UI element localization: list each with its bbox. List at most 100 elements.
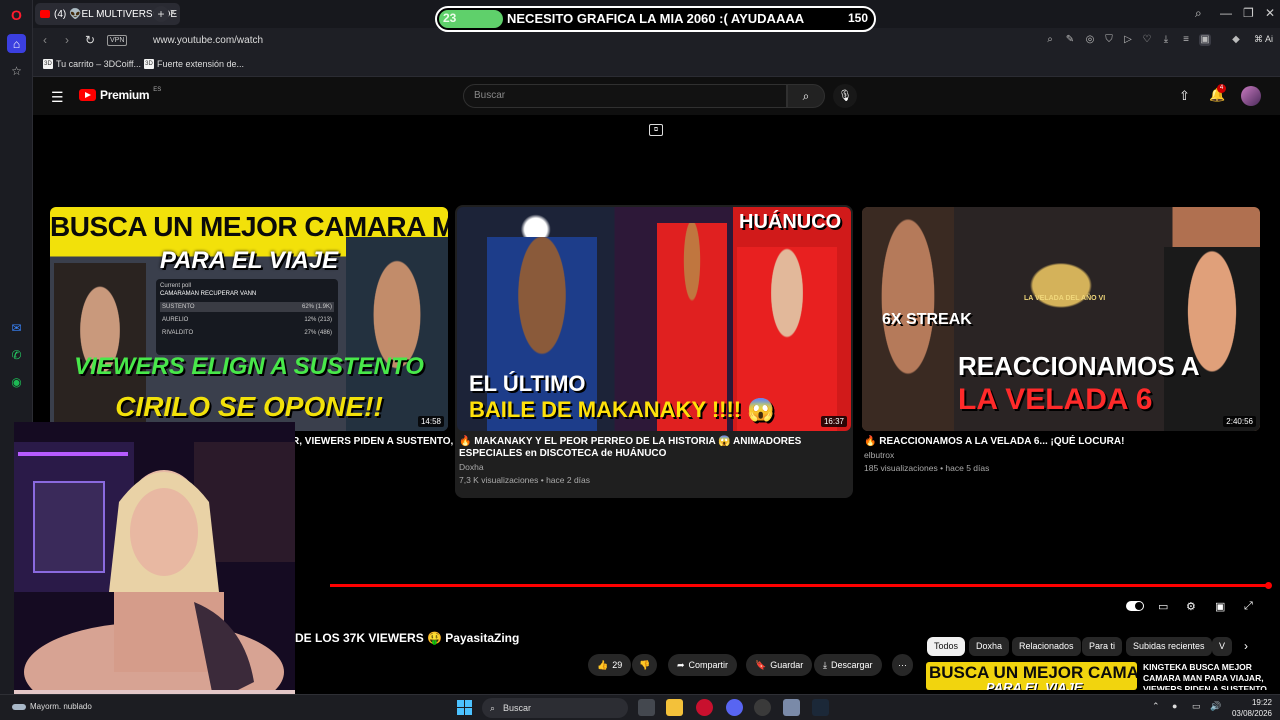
related-video-title[interactable]: KINGTEKA BUSCA MEJOR CAMARA MAN PARA VIA… — [1143, 662, 1273, 690]
vpn-badge[interactable]: VPN — [107, 35, 128, 46]
youtube-logo[interactable]: Premium ES — [79, 87, 161, 102]
download-icon[interactable]: ⤓ — [1160, 34, 1172, 46]
spotify-icon[interactable]: ◉ — [7, 372, 26, 391]
bookmark-icon: 🔖 — [755, 659, 767, 670]
youtube-header: ☰ Premium ES Buscar ⌕ 🎙 ⇧ 🔔 4 — [33, 77, 1280, 115]
download-button[interactable]: ⤓ Descargar — [814, 654, 882, 676]
cube-icon[interactable]: ◆ — [1230, 34, 1242, 46]
chip-channel[interactable]: Doxha — [969, 637, 1010, 656]
save-label: Guardar — [770, 660, 804, 670]
shield-icon[interactable]: ⛉ — [1103, 34, 1115, 46]
back-icon[interactable]: ‹ — [43, 33, 47, 47]
heart-icon[interactable]: ♡ — [1141, 34, 1153, 46]
whatsapp-icon[interactable]: ✆ — [7, 345, 26, 364]
star-icon[interactable]: ☆ — [7, 61, 26, 80]
download-label: Descargar — [830, 660, 873, 670]
fullscreen-icon[interactable]: ⤢ — [1244, 600, 1253, 613]
reload-icon[interactable]: ↻ — [85, 33, 95, 47]
discord-icon[interactable] — [726, 699, 743, 716]
miniplayer-icon[interactable]: ⧉ — [649, 124, 663, 136]
obs-icon[interactable] — [754, 699, 771, 716]
taskbar-clock[interactable]: 19:22 03/08/2026 — [1232, 697, 1272, 719]
chip-related[interactable]: Relacionados — [1012, 637, 1081, 656]
more-actions-button[interactable]: ··· — [892, 654, 913, 676]
maximize-icon[interactable]: ❐ — [1243, 6, 1254, 20]
like-button[interactable]: 👍 29 — [588, 654, 632, 676]
search-tabs-icon[interactable]: ⌕ — [1195, 6, 1202, 21]
thumb-text: BAILE DE MAKANAKY !!!! 😱 — [469, 397, 775, 422]
url-field[interactable]: www.youtube.com/watch — [153, 32, 263, 49]
poll-option: SUSTENTO 62% (1.9K) — [160, 302, 334, 312]
bookmark-item[interactable]: 3D Fuerte extensión de... — [144, 59, 244, 69]
microphone-icon: 🎙 — [838, 90, 852, 102]
forward-icon[interactable]: › — [65, 33, 69, 47]
video-card-title[interactable]: 🔥 MAKANAKY Y EL PEOR PERREO DE LA HISTOR… — [457, 436, 851, 460]
close-window-icon[interactable]: ✕ — [1265, 6, 1275, 20]
dislike-button[interactable]: 👎 — [632, 654, 658, 676]
related-video-thumbnail[interactable]: BUSCA UN MEJOR CAMARA MAN PARA EL VIAJE — [926, 662, 1137, 690]
tray-chevron-up-icon[interactable]: ⌃ — [1152, 701, 1160, 712]
subtitles-icon[interactable]: ▭ — [1158, 600, 1168, 613]
wallet-icon[interactable]: ▣ — [1199, 34, 1211, 46]
player-icon[interactable]: ▷ — [1122, 34, 1134, 46]
minimize-icon[interactable]: — — [1220, 6, 1232, 20]
chip-more[interactable]: V — [1212, 637, 1233, 656]
save-button[interactable]: 🔖 Guardar — [746, 654, 813, 676]
network-icon[interactable]: ▭ — [1192, 701, 1201, 712]
end-screen-video-card[interactable]: BUSCA UN MEJOR CAMARA MAN PARA EL VIAJE … — [50, 207, 453, 448]
home-icon[interactable]: ⌂ — [7, 34, 26, 53]
autoplay-toggle[interactable] — [1126, 601, 1144, 611]
volume-icon[interactable]: 🔊 — [1210, 701, 1221, 712]
menu-lines-icon[interactable]: ≡ — [1180, 34, 1192, 46]
messenger-icon[interactable]: ✉ — [7, 318, 26, 337]
camera-icon[interactable]: ◎ — [1084, 34, 1096, 46]
search-button[interactable]: ⌕ — [787, 84, 825, 108]
voice-search-button[interactable]: 🎙 — [833, 84, 857, 108]
new-tab-button[interactable]: + — [153, 6, 169, 22]
task-view-icon[interactable] — [638, 699, 655, 716]
settings-gear-icon[interactable]: ⚙ — [1186, 600, 1196, 613]
avatar[interactable] — [1241, 86, 1261, 106]
steam-icon[interactable] — [812, 699, 829, 716]
clock-date: 03/08/2026 — [1231, 709, 1272, 718]
stream-poll-overlay: 23 NECESITO GRAFICA LA MIA 2060 :( AYUDA… — [435, 6, 876, 32]
chevron-right-icon[interactable]: › — [1244, 639, 1248, 653]
end-screen-video-card[interactable]: HUÁNUCO EL ÚLTIMO BAILE DE MAKANAKY !!!!… — [455, 205, 853, 498]
reaction-face-right — [1164, 247, 1260, 431]
settings-app-icon[interactable] — [783, 699, 800, 716]
file-explorer-icon[interactable] — [666, 699, 683, 716]
edit-icon[interactable]: ✎ — [1064, 34, 1076, 46]
video-card-channel[interactable]: elbutrox — [862, 450, 1260, 461]
progress-scrubber[interactable] — [1265, 582, 1272, 589]
bookmark-item[interactable]: 3D Tu carrito – 3DCoiff... — [43, 59, 141, 69]
chip-all[interactable]: Todos — [927, 637, 966, 656]
progress-bar[interactable] — [330, 584, 1271, 587]
weather-widget[interactable]: Mayorm. nublado — [12, 702, 92, 711]
aria-ai-button[interactable]: ⌘ Ai — [1254, 34, 1273, 45]
tray-app-icon[interactable]: ● — [1172, 701, 1177, 711]
poll-overlay: Current poll CAMARAMAN RECUPERAR VANN SU… — [156, 279, 338, 355]
streamer-webcam — [14, 422, 295, 710]
weather-label: Mayorm. nublado — [30, 702, 92, 711]
chip-for-you[interactable]: Para ti — [1082, 637, 1123, 656]
search-page-icon[interactable]: ⌕ — [1044, 34, 1056, 46]
video-card-title[interactable]: 🔥 REACCIONAMOS A LA VELADA 6... ¡QUÉ LOC… — [862, 436, 1260, 448]
theater-mode-icon[interactable]: ▣ — [1215, 600, 1225, 613]
upload-icon[interactable]: ⇧ — [1179, 88, 1190, 104]
opera-logo-icon[interactable]: O — [7, 5, 26, 24]
opera-taskbar-icon[interactable] — [696, 699, 713, 716]
search-icon: ⌕ — [802, 89, 810, 103]
thumb-text: VIEWERS ELIGN A SUSTENTO — [74, 353, 424, 380]
end-screen-video-card[interactable]: LA VELADA DEL AÑO VI 6x STREAK REACCIONA… — [862, 207, 1260, 474]
search-input[interactable]: Buscar — [463, 84, 787, 108]
hamburger-menu-icon[interactable]: ☰ — [51, 89, 64, 106]
thumbs-down-icon: 👎 — [639, 659, 651, 670]
share-button[interactable]: ➦ Compartir — [668, 654, 738, 676]
taskbar-search-input[interactable]: ⌕ Buscar — [482, 698, 628, 718]
chip-recent-uploads[interactable]: Subidas recientes — [1126, 637, 1212, 656]
poll-option-pct: 12% (213) — [304, 317, 332, 323]
windows-start-icon[interactable] — [457, 700, 472, 715]
poll-option-pct: 27% (486) — [304, 330, 332, 336]
tab-close-icon[interactable]: × — [170, 7, 176, 19]
video-card-channel[interactable]: Doxha — [457, 462, 851, 473]
